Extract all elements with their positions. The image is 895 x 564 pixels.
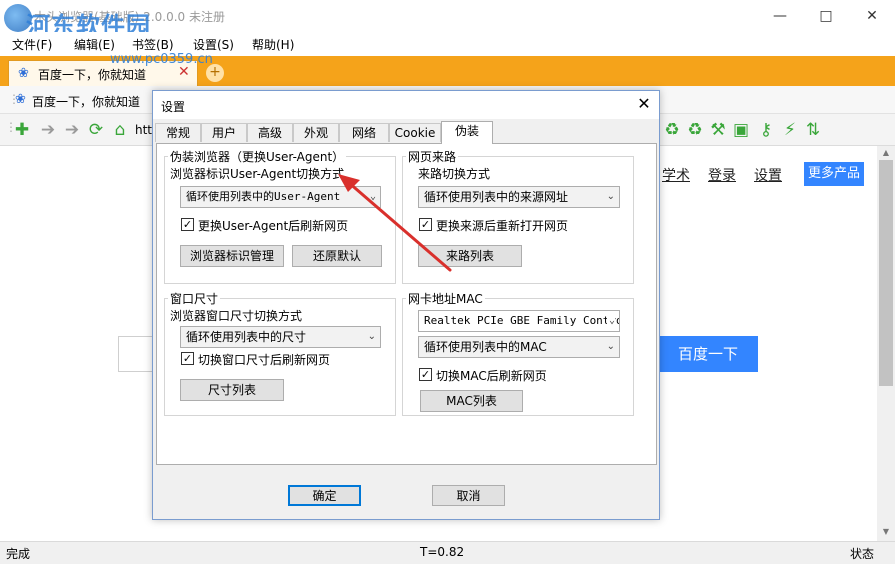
ua-manage-button[interactable]: 浏览器标识管理 [180,245,284,267]
size-list-button[interactable]: 尺寸列表 [180,379,284,401]
size-mode-value: 循环使用列表中的尺寸 [186,330,307,344]
size-mode-select[interactable]: 循环使用列表中的尺寸 ⌄ [180,326,381,348]
scroll-up-icon[interactable]: ▲ [879,148,893,160]
dialog-close-icon[interactable]: ✕ [632,93,656,117]
chevron-down-icon: ⌄ [606,191,615,202]
chevron-down-icon: ⌄ [367,331,376,342]
sort-icon[interactable]: ⇅ [803,120,823,140]
size-refresh-label: 切换窗口尺寸后刷新网页 [198,353,331,367]
link-login[interactable]: 登录 [708,165,736,185]
address-text[interactable]: htt [135,123,152,137]
plug-icon[interactable]: ⚡ [780,120,800,140]
tab-advanced[interactable]: 高级 [247,123,293,142]
tab-cookie[interactable]: Cookie [389,123,441,142]
menu-file[interactable]: 文件(F) [12,36,52,53]
menu-help[interactable]: 帮助(H) [252,36,294,53]
size-mode-label: 浏览器窗口尺寸切换方式 [170,309,303,323]
tab-disguise[interactable]: 伪装 [441,121,493,144]
annotation-arrow-icon [338,174,452,272]
menu-edit[interactable]: 编辑(E) [74,36,115,53]
recycle-alt-icon[interactable]: ♻ [685,120,705,140]
scroll-thumb[interactable] [879,160,893,386]
mac-mode-select[interactable]: 循环使用列表中的MAC ⌄ [418,336,620,358]
mac-list-button[interactable]: MAC列表 [420,390,523,412]
baidu-search-button[interactable]: 百度一下 [658,336,758,372]
minimize-button[interactable]: — [757,0,803,32]
link-settings[interactable]: 设置 [754,165,782,185]
size-group-title: 窗口尺寸 [168,290,221,307]
crop-icon[interactable]: ▣ [731,120,751,140]
ua-refresh-checkbox[interactable]: ✓ [181,218,194,231]
favorite-baidu[interactable]: 百度一下，你就知道 [32,93,140,110]
mac-refresh-checkbox[interactable]: ✓ [419,368,432,381]
cancel-button[interactable]: 取消 [432,485,505,506]
forward-icon[interactable]: ➔ [62,120,82,140]
ua-mode-value: 循环使用列表中的User-Agent [186,190,341,203]
mac-adapter-value: Realtek PCIe GBE Family Controller [424,314,619,327]
chevron-down-icon: ⌄ [606,311,615,331]
link-xueshu[interactable]: 学术 [662,165,690,185]
home-icon[interactable]: ⌂ [110,120,130,140]
watermark-url: www.pc0359.cn [110,52,213,67]
size-refresh-checkbox[interactable]: ✓ [181,352,194,365]
mac-refresh-label: 切换MAC后刷新网页 [436,369,547,383]
tab-network[interactable]: 网络 [339,123,389,142]
mac-adapter-select[interactable]: Realtek PCIe GBE Family Controller⌄ [418,310,620,332]
menu-bookmarks[interactable]: 书签(B) [132,36,174,53]
paw-icon: ❀ [15,92,26,107]
referer-group-title: 网页来路 [406,148,459,165]
status-left: 完成 [6,547,31,561]
tab-user[interactable]: 用户 [201,123,247,142]
status-right: 状态 [850,547,875,561]
tools-icon[interactable]: ⚒ [708,120,728,140]
ua-group-title: 伪装浏览器（更换User-Agent） [168,148,347,165]
status-timing: T=0.82 [420,545,465,559]
scroll-down-icon[interactable]: ▼ [879,527,893,539]
tab-label: 百度一下，你就知道 [38,68,147,82]
mac-mode-value: 循环使用列表中的MAC [424,340,547,354]
more-products-button[interactable]: 更多产品 [804,162,864,186]
maximize-button[interactable]: □ [803,0,849,32]
ok-button[interactable]: 确定 [288,485,361,506]
dialog-title-bar [153,91,659,119]
dialog-title: 设置 [161,100,186,114]
key-icon[interactable]: ⚷ [756,120,776,140]
tab-general[interactable]: 常规 [155,123,201,142]
back-icon[interactable]: ➔ [38,120,58,140]
menu-settings[interactable]: 设置(S) [193,36,234,53]
refresh-icon[interactable]: ⟳ [86,120,106,140]
chevron-down-icon: ⌄ [606,341,615,352]
paw-icon: ❀ [18,66,29,81]
tab-appearance[interactable]: 外观 [293,123,339,142]
mac-group-title: 网卡地址MAC [406,290,485,307]
ua-mode-label: 浏览器标识User-Agent切换方式 [170,167,345,181]
ua-refresh-label: 更换User-Agent后刷新网页 [198,219,349,233]
recycle-icon[interactable]: ♻ [662,120,682,140]
add-icon[interactable]: ✚ [12,120,32,140]
close-window-button[interactable]: ✕ [849,0,895,32]
